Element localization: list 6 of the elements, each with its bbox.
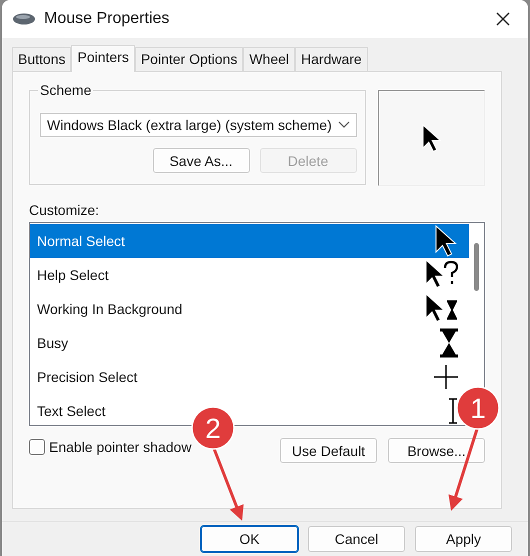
customize-label: Customize:: [29, 202, 100, 218]
step-badge: 1: [456, 386, 500, 430]
checkbox-label: Enable pointer shadow: [49, 438, 192, 454]
window-title: Mouse Properties: [44, 10, 170, 28]
group-label: Scheme: [38, 82, 94, 98]
step-badge: 2: [191, 406, 235, 450]
